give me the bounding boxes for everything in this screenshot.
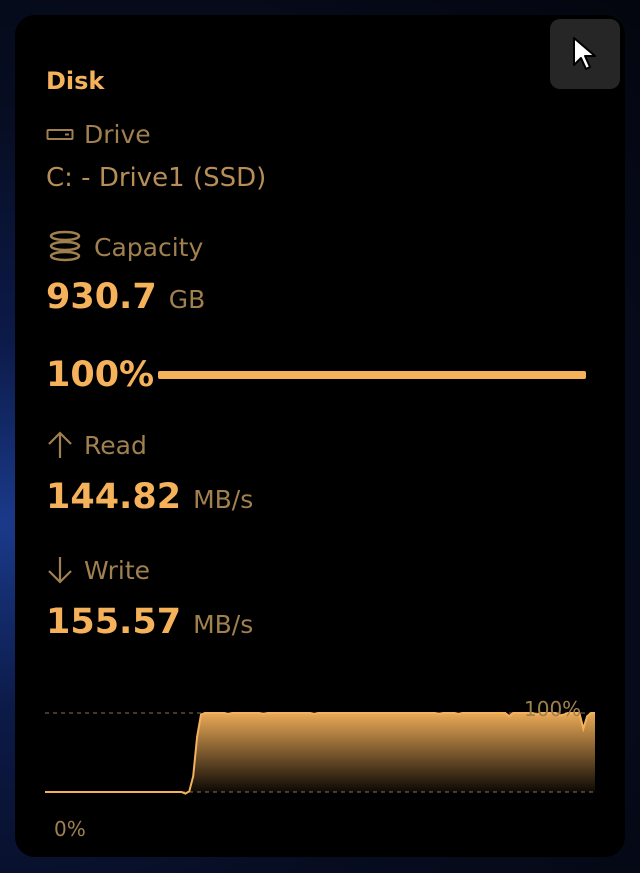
cursor-arrow-icon: [573, 37, 596, 70]
pointer-mode-button[interactable]: [550, 19, 620, 89]
read-value: 144.82: [46, 477, 182, 517]
read-value-row: 144.82 MB/s: [46, 477, 253, 517]
arrow-down-icon: [48, 557, 72, 584]
arrow-up-icon: [48, 431, 72, 458]
disk-widget: Disk Drive C: - Drive1 (SSD) Capacity 93…: [15, 15, 625, 857]
usage-bar-fill: [158, 371, 586, 379]
read-label: Read: [84, 430, 147, 460]
activity-graph: 100% 0%: [45, 675, 595, 845]
capacity-label: Capacity: [94, 232, 204, 262]
write-label-row: Write: [46, 555, 150, 585]
usage-bar: [158, 371, 586, 379]
graph-min-label: 0%: [54, 817, 86, 841]
activity-graph-svg: [45, 712, 595, 795]
widget-title: Disk: [46, 67, 105, 95]
usage-row: 100%: [46, 353, 586, 397]
drive-label: Drive: [84, 120, 151, 149]
capacity-unit: GB: [168, 285, 206, 314]
write-value-row: 155.57 MB/s: [46, 602, 253, 642]
drive-label-row: Drive: [46, 120, 151, 149]
write-value: 155.57: [46, 602, 182, 642]
database-stack-icon: [49, 230, 81, 262]
drive-value: C: - Drive1 (SSD): [46, 163, 267, 193]
capacity-label-row: Capacity: [46, 230, 203, 264]
graph-area: [45, 713, 595, 794]
write-unit: MB/s: [193, 610, 254, 639]
graph-max-label: 100%: [524, 697, 582, 721]
capacity-value-row: 930.7 GB: [46, 277, 205, 317]
hard-drive-icon: [46, 128, 74, 140]
read-label-row: Read: [46, 430, 147, 460]
read-unit: MB/s: [193, 485, 254, 514]
write-label: Write: [84, 555, 151, 585]
usage-percent: 100%: [46, 355, 155, 395]
capacity-value: 930.7: [46, 277, 157, 317]
